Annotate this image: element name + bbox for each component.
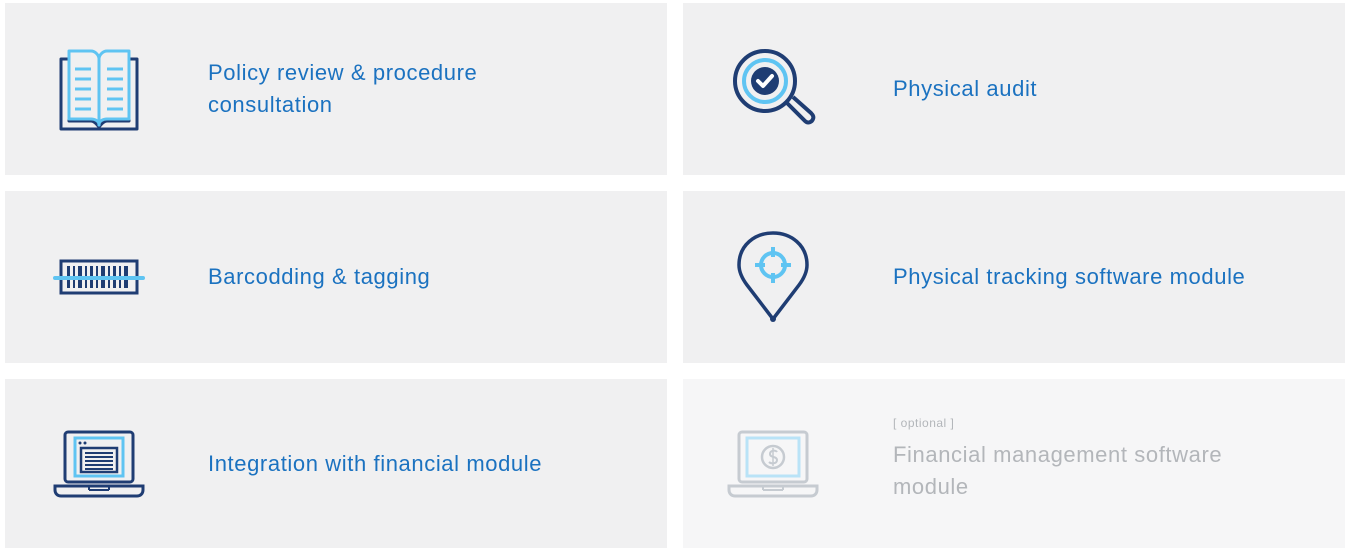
service-label: Barcodding & tagging [208, 264, 431, 289]
optional-tag: [ optional ] [893, 416, 955, 430]
magnifier-check-icon [723, 39, 823, 139]
service-card-integration: Integration with financial module [5, 379, 667, 548]
service-label: Physical audit [893, 76, 1038, 101]
service-label: Integration with financial module [208, 450, 543, 476]
laptop-document-icon [49, 414, 149, 514]
barcode-icon [49, 227, 149, 327]
service-card-barcoding: Barcodding & tagging [5, 191, 667, 363]
service-card-physical-audit: Physical audit [683, 3, 1345, 175]
service-card-financial-management: [ optional ] Financial management softwa… [683, 379, 1345, 548]
service-card-physical-tracking: Physical tracking software module [683, 191, 1345, 363]
service-label: Physical tracking software module [893, 264, 1246, 289]
service-label: Policy review & procedure consultation [208, 60, 478, 117]
location-pin-icon [723, 227, 823, 327]
laptop-dollar-icon [723, 414, 823, 514]
open-book-icon [49, 39, 149, 139]
service-label: Financial management software module [893, 442, 1223, 499]
service-card-policy-review: Policy review & procedure consultation [5, 3, 667, 175]
